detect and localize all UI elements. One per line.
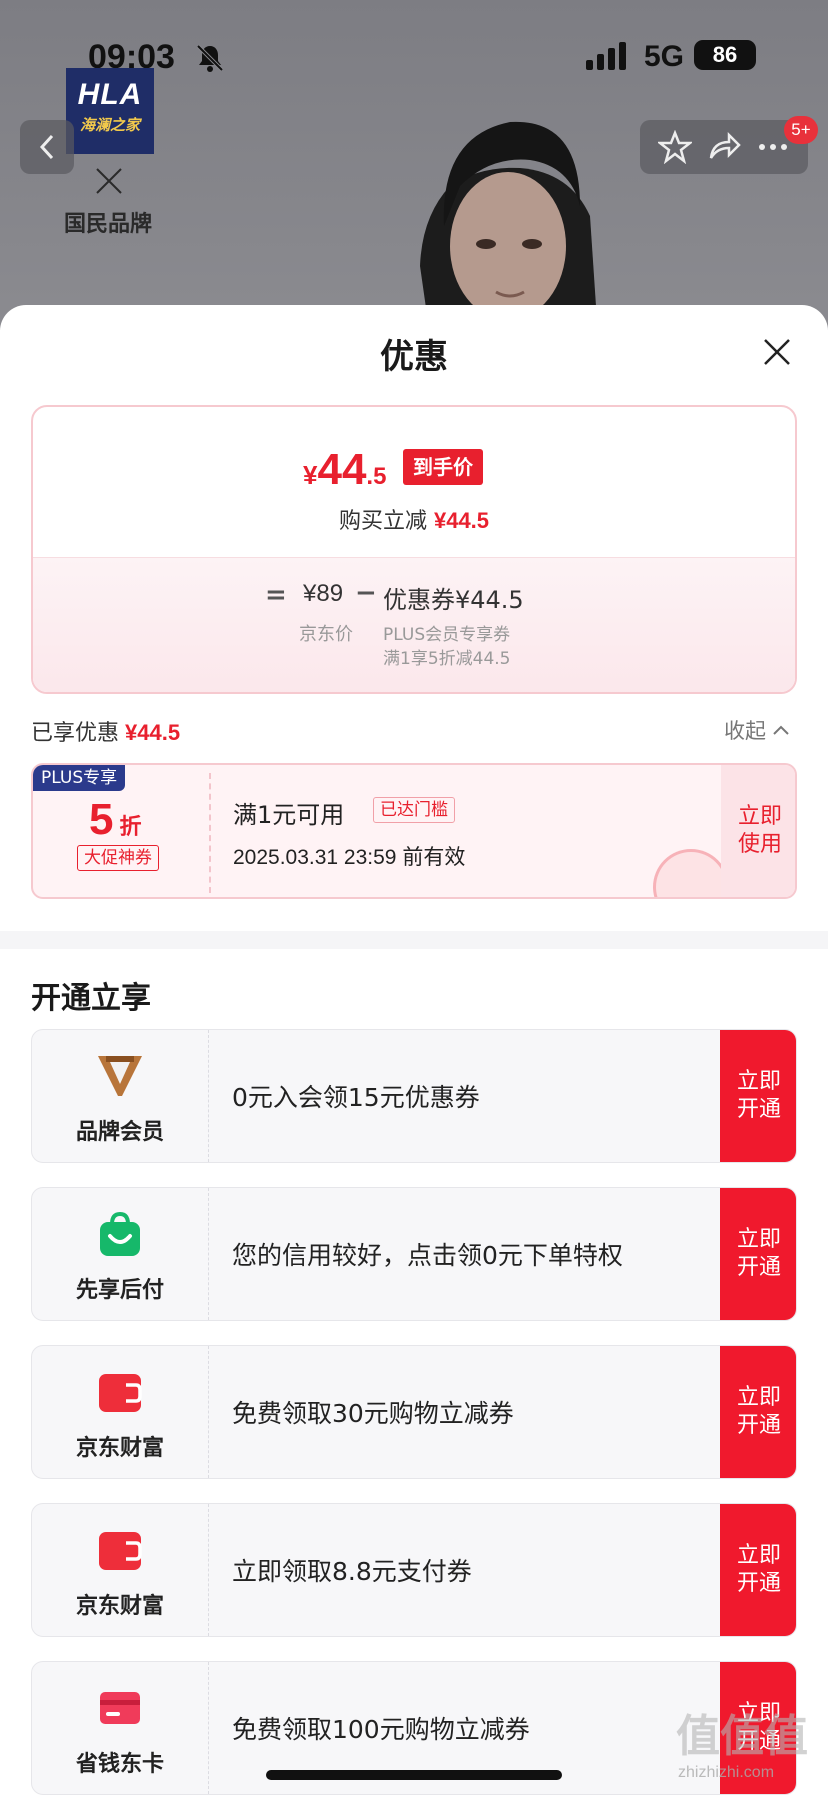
discount-amount: ¥44.5 [433,508,490,533]
shopping-bag-icon [100,1211,140,1256]
final-price: ¥44.5 [303,445,387,494]
offer-name: 京东财富 [75,1594,164,1619]
activate-button[interactable]: 立即 开通 [720,1504,796,1636]
product-page-background: 09:03 5G 86 HLA 海澜之家 国民品牌 5+ [0,0,828,330]
offer-divider [208,1188,209,1320]
brand-v-icon [98,1056,142,1096]
coupon-discount: 5折 [89,795,142,844]
chevron-left-icon [39,134,54,160]
use-coupon-button[interactable]: 立即 使用 [721,765,795,897]
offer-brand: 品牌会员 [32,1030,208,1162]
enjoyed-discount: 已享优惠 ¥44.5 [31,720,181,746]
offer-name: 先享后付 [75,1278,164,1303]
equals-sign: = [265,580,287,610]
section-divider [0,931,828,949]
home-indicator[interactable] [266,1770,562,1780]
activate-button[interactable]: 立即 开通 [720,1030,796,1162]
coupon-card: PLUS专享 5折 大促神券 满1元可用 已达门槛 2025.03.31 23:… [31,763,797,899]
received-stamp-icon [653,849,729,897]
cellular-signal-icon [586,42,626,70]
activate-button[interactable]: 立即 开通 [720,1188,796,1320]
offer-name: 省钱东卡 [75,1752,164,1777]
price-tag: 到手价 [403,449,483,485]
jd-price: ¥89 [303,580,344,607]
final-price-section: ¥44.5 到手价 购买立减 ¥44.5 [33,407,795,557]
coupon-type: 大促神券 [77,845,159,871]
model-photo [420,121,598,330]
offer-description: 0元入会领15元优惠券 [232,1083,480,1112]
offer-brand: 京东财富 [32,1504,208,1636]
coupon-description: PLUS会员专享券 [383,625,511,645]
wallet-icon [99,1374,142,1412]
sheet-title: 优惠 [380,337,448,377]
activate-button[interactable]: 立即 开通 [720,1346,796,1478]
offer-divider [208,1030,209,1162]
threshold-tag: 已达门槛 [373,797,455,823]
coupon-amount: 优惠券¥44.5 [383,586,524,614]
network-type: 5G [644,40,685,73]
back-button[interactable] [20,120,74,174]
offer-divider [208,1346,209,1478]
price-calculation: = ¥89 京东价 − 优惠券¥44.5 PLUS会员专享券 满1享5折减44.… [33,557,795,692]
offer-card: 京东财富 免费领取30元购物立减券 立即 开通 [31,1345,797,1479]
offer-divider [208,1504,209,1636]
share-icon[interactable] [707,130,741,164]
offer-divider [208,1662,209,1794]
watermark: 值值值 [676,1711,808,1762]
collapse-button[interactable]: 收起 [724,715,790,745]
coupon-value: PLUS专享 5折 大促神券 [33,765,209,897]
offer-brand: 先享后付 [32,1188,208,1320]
offer-name: 品牌会员 [75,1120,164,1145]
offer-description: 您的信用较好，点击领0元下单特权 [232,1241,623,1270]
discount-line: 购买立减 ¥44.5 [338,508,490,534]
watermark-url: zhizhizhi.com [678,1764,775,1781]
jd-price-label: 京东价 [299,624,353,645]
coupon-rule: 满1享5折减44.5 [383,649,511,669]
section-title: 开通立享 [31,981,151,1016]
chevron-up-icon [773,725,789,735]
wallet-icon [99,1532,142,1570]
brand-logo-text: HLA [77,78,143,111]
offer-card: 先享后付 您的信用较好，点击领0元下单特权 立即 开通 [31,1187,797,1321]
card-icon [100,1692,140,1724]
star-icon[interactable] [657,130,692,164]
coupon-condition: 满1元可用 [233,801,345,829]
close-sheet-button[interactable] [760,335,794,369]
offer-card: 京东财富 立即领取8.8元支付券 立即 开通 [31,1503,797,1637]
offer-card: 品牌会员 0元入会领15元优惠券 立即 开通 [31,1029,797,1163]
enjoyed-amount: ¥44.5 [125,720,181,745]
discount-sheet: 优惠 ¥44.5 到手价 购买立减 ¥44.5 = ¥89 京东价 − 优惠券¥… [0,305,828,1795]
bell-muted-icon [196,44,224,72]
top-action-bar [640,120,808,174]
brand-logo: HLA 海澜之家 [66,68,154,154]
notification-badge: 5+ [784,116,818,144]
close-icon [96,168,122,194]
brand-slogan: 国民品牌 [64,212,153,237]
price-summary-card: ¥44.5 到手价 购买立减 ¥44.5 = ¥89 京东价 − 优惠券¥44.… [31,405,797,694]
brand-logo-subtext: 海澜之家 [79,116,140,134]
offer-brand: 京东财富 [32,1346,208,1478]
offer-description: 免费领取100元购物立减券 [232,1715,530,1744]
offer-description: 立即领取8.8元支付券 [232,1557,472,1586]
minus-sign: − [355,578,377,608]
coupon-divider [209,773,211,893]
coupon-validity: 2025.03.31 23:59 前有效 [233,846,466,869]
offer-description: 免费领取30元购物立减券 [232,1399,514,1428]
battery-icon: 86 [694,40,756,70]
offer-name: 京东财富 [75,1436,164,1461]
offer-brand: 省钱东卡 [32,1662,208,1794]
plus-tag: PLUS专享 [33,765,126,791]
